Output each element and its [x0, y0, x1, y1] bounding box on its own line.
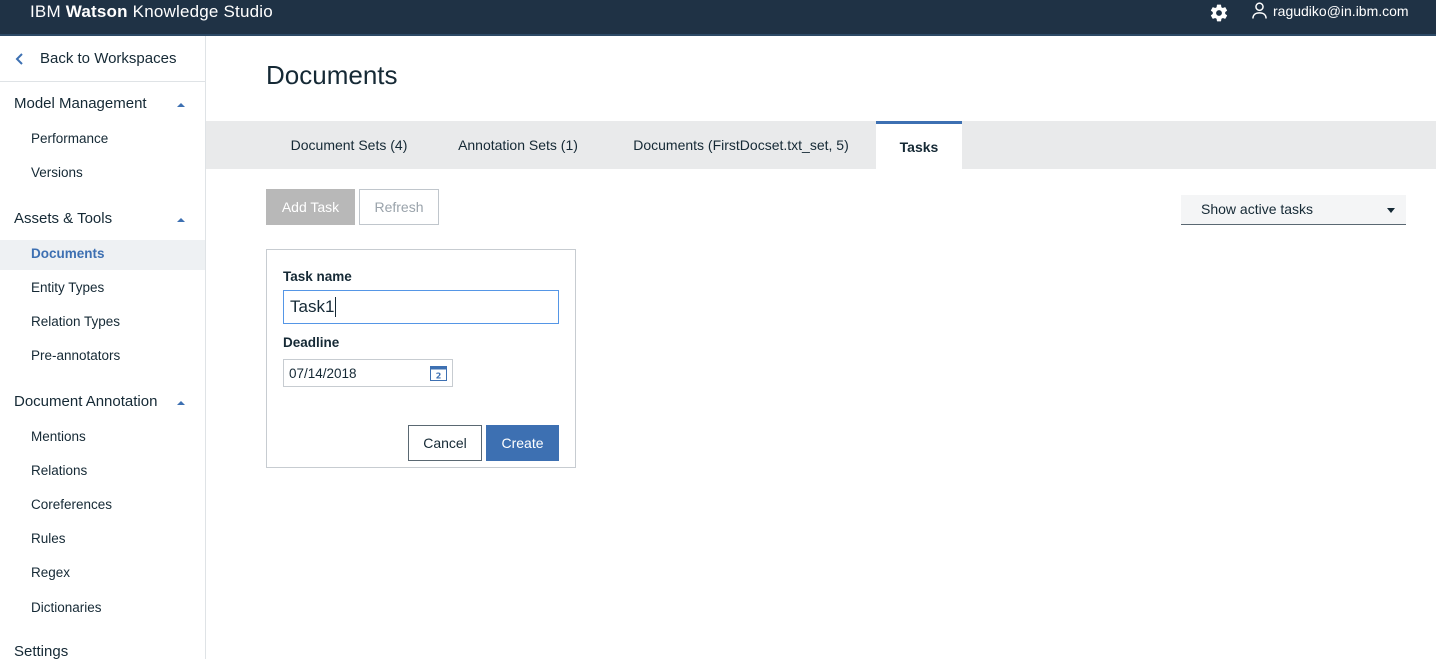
- tab-document-sets[interactable]: Document Sets (4): [270, 121, 428, 169]
- gear-icon[interactable]: [1209, 3, 1229, 23]
- tab-bar: Document Sets (4) Annotation Sets (1) Do…: [206, 121, 1436, 169]
- refresh-button[interactable]: Refresh: [359, 189, 439, 225]
- add-task-form: Task name Task1 Deadline 07/14/2018 2 Ca…: [266, 249, 576, 468]
- sidebar-item-label: Performance: [31, 131, 109, 146]
- user-icon: [1252, 2, 1267, 19]
- add-task-button[interactable]: Add Task: [266, 189, 355, 225]
- tab-annotation-sets[interactable]: Annotation Sets (1): [437, 121, 599, 169]
- brand-prefix: IBM: [30, 2, 61, 21]
- sidebar-item-label: Documents: [31, 246, 105, 261]
- sidebar-item-documents[interactable]: Documents: [0, 240, 205, 270]
- deadline-value: 07/14/2018: [289, 365, 357, 381]
- sidebar-item-versions[interactable]: Versions: [0, 159, 205, 189]
- tab-label: Document Sets (4): [290, 137, 408, 153]
- sidebar-item-label: Coreferences: [31, 497, 113, 512]
- task-name-label: Task name: [283, 269, 352, 284]
- top-header: IBM Watson Knowledge Studio ragudiko@in.…: [0, 0, 1436, 36]
- back-label: Back to Workspaces: [40, 50, 177, 67]
- calendar-icon[interactable]: 2: [430, 365, 447, 381]
- sidebar-item-performance[interactable]: Performance: [0, 125, 205, 155]
- sidebar-item-rules[interactable]: Rules: [0, 525, 205, 555]
- task-filter-value: Show active tasks: [1201, 201, 1314, 217]
- caret-down-icon: [1387, 208, 1395, 213]
- sidebar-item-label: Entity Types: [31, 280, 105, 295]
- sidebar-item-relation-types[interactable]: Relation Types: [0, 308, 205, 338]
- sidebar-item-pre-annotators[interactable]: Pre-annotators: [0, 342, 205, 372]
- sidebar-item-entity-types[interactable]: Entity Types: [0, 274, 205, 304]
- tab-documents[interactable]: Documents (FirstDocset.txt_set, 5): [608, 121, 874, 169]
- section-document-annotation[interactable]: Document Annotation: [14, 393, 157, 410]
- create-button[interactable]: Create: [486, 425, 559, 461]
- brand-suffix: Knowledge Studio: [132, 2, 273, 21]
- caret-up-icon[interactable]: [177, 217, 185, 223]
- sidebar-item-label: Mentions: [31, 429, 86, 444]
- user-email: ragudiko@in.ibm.com: [1273, 2, 1409, 19]
- tab-tasks[interactable]: Tasks: [876, 121, 962, 169]
- deadline-input[interactable]: 07/14/2018 2: [283, 359, 453, 387]
- calendar-day: 2: [436, 372, 442, 381]
- deadline-label: Deadline: [283, 335, 340, 350]
- sidebar-item-label: Versions: [31, 165, 83, 180]
- cancel-button[interactable]: Cancel: [408, 425, 482, 461]
- task-name-value: Task1: [290, 297, 335, 316]
- caret-up-icon[interactable]: [177, 102, 185, 108]
- sidebar-item-label: Pre-annotators: [31, 348, 121, 363]
- sidebar-item-label: Relations: [31, 463, 88, 478]
- tab-label: Documents (FirstDocset.txt_set, 5): [633, 137, 849, 153]
- caret-up-icon[interactable]: [177, 400, 185, 406]
- tab-label: Tasks: [899, 138, 939, 155]
- sidebar-item-regex[interactable]: Regex: [0, 559, 205, 589]
- chevron-left-icon: [15, 53, 23, 65]
- back-to-workspaces-link[interactable]: Back to Workspaces: [0, 36, 205, 82]
- section-model-management[interactable]: Model Management: [14, 95, 147, 112]
- sidebar: Back to Workspaces Model Management Perf…: [0, 36, 206, 659]
- tab-label: Annotation Sets (1): [458, 137, 578, 153]
- task-filter-select[interactable]: Show active tasks: [1181, 195, 1406, 225]
- brand-bold: Watson: [65, 2, 128, 21]
- page-title: Documents: [266, 60, 398, 90]
- sidebar-item-label: Dictionaries: [31, 600, 102, 615]
- user-menu[interactable]: ragudiko@in.ibm.com: [1252, 2, 1409, 19]
- sidebar-item-label: Rules: [31, 531, 66, 546]
- app-title: IBM Watson Knowledge Studio: [30, 2, 273, 22]
- sidebar-item-dictionaries[interactable]: Dictionaries: [0, 594, 205, 624]
- sidebar-item-relations[interactable]: Relations: [0, 457, 205, 487]
- sidebar-item-coreferences[interactable]: Coreferences: [0, 491, 205, 521]
- section-settings[interactable]: Settings: [14, 643, 68, 659]
- task-name-input[interactable]: Task1: [283, 290, 559, 324]
- sidebar-item-label: Relation Types: [31, 314, 121, 329]
- sidebar-item-label: Regex: [31, 565, 71, 580]
- text-cursor: [335, 297, 337, 317]
- section-assets-tools[interactable]: Assets & Tools: [14, 210, 112, 227]
- sidebar-item-mentions[interactable]: Mentions: [0, 423, 205, 453]
